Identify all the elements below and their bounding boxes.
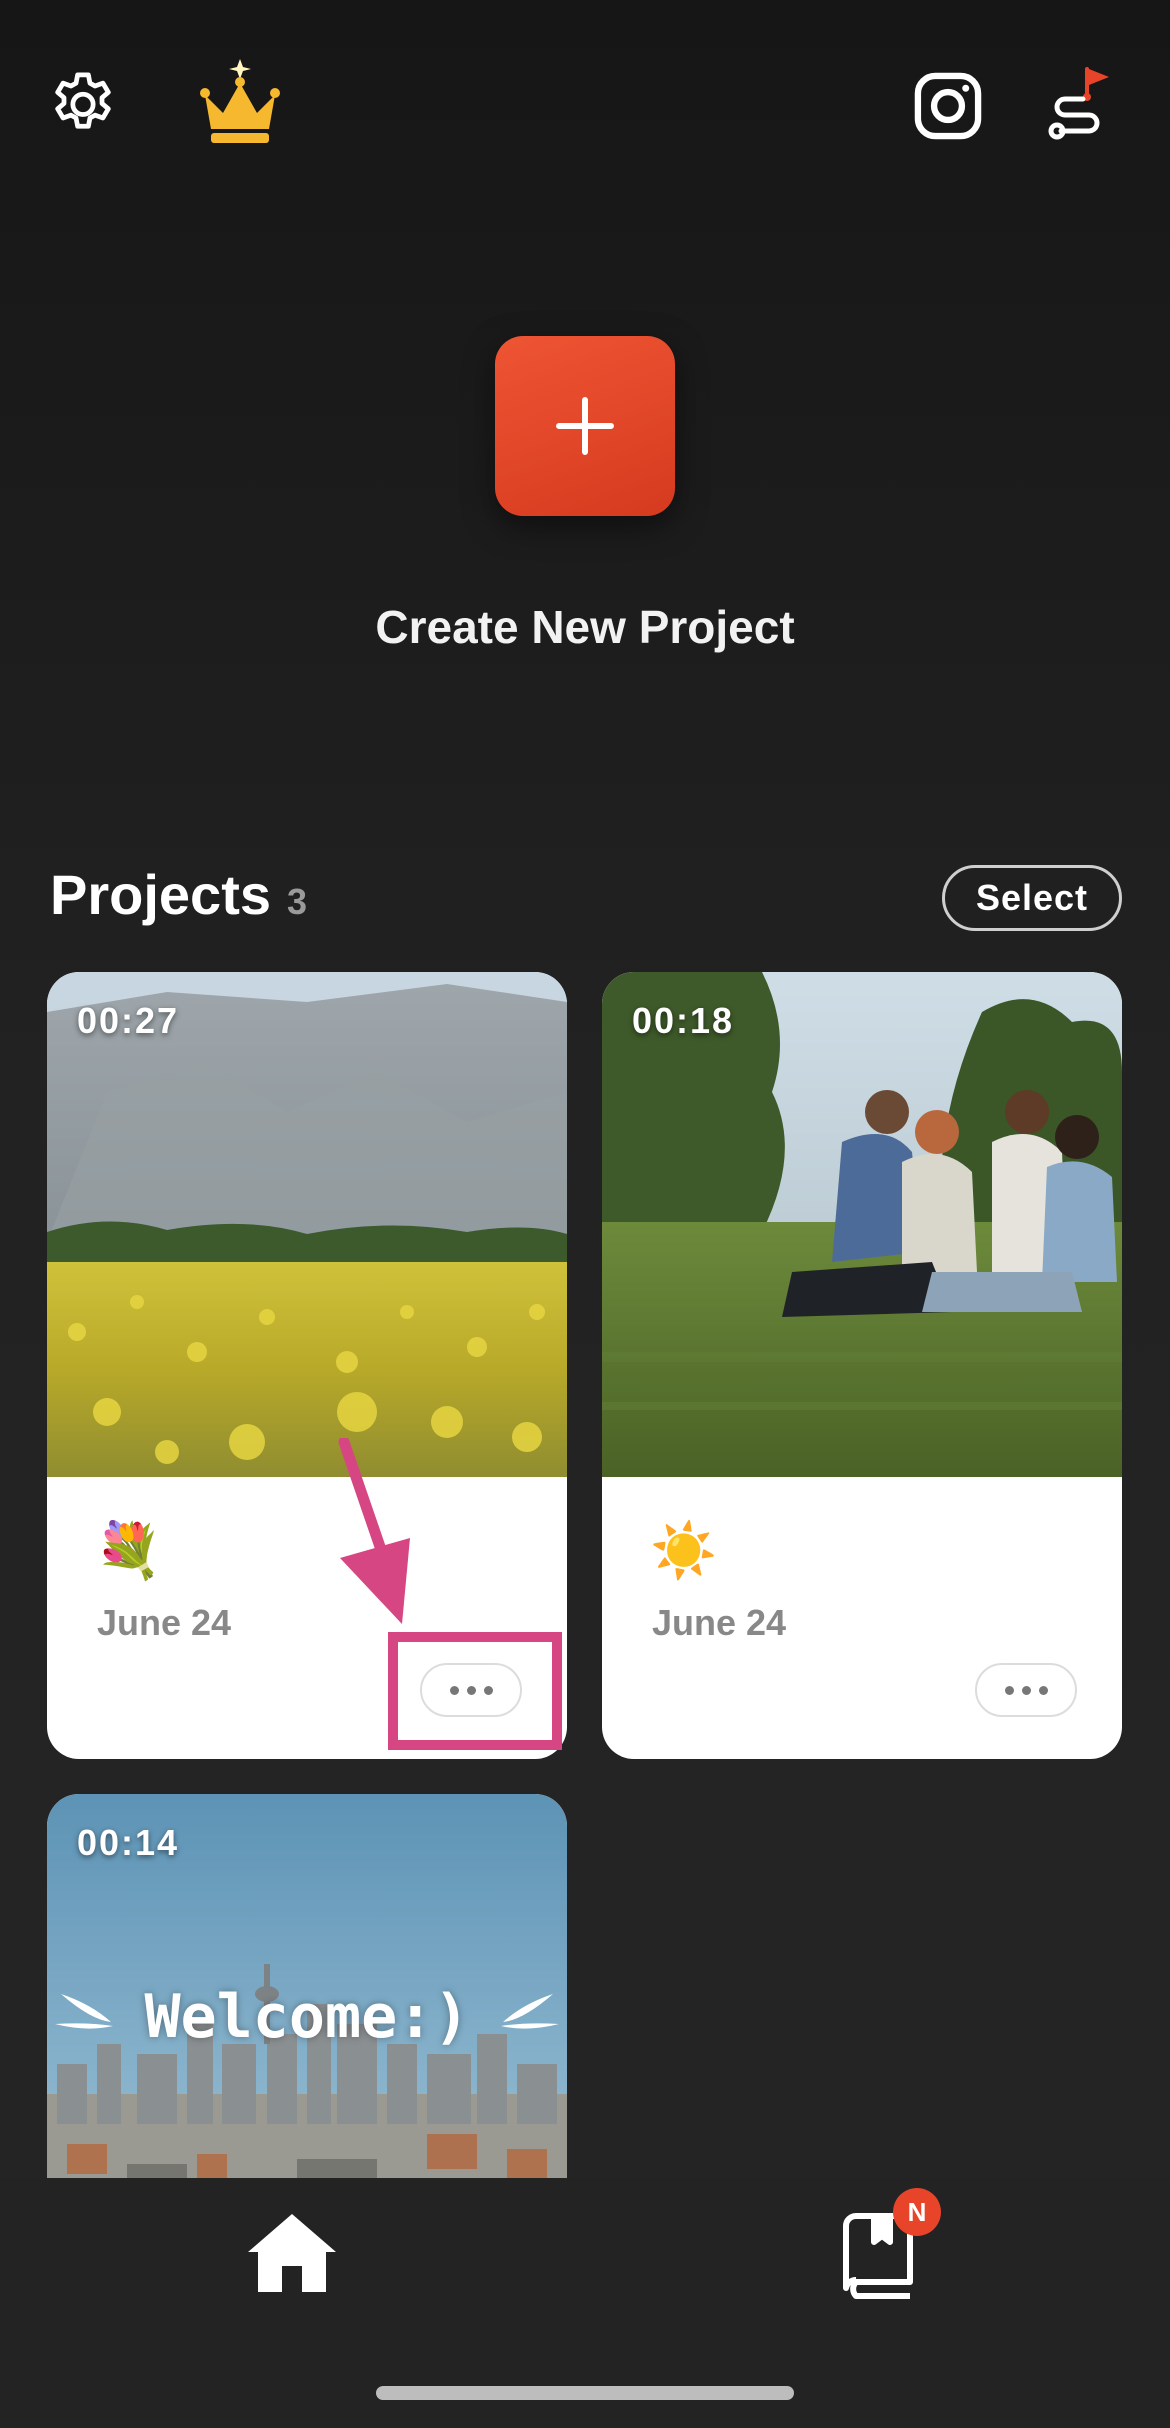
dot-icon [1038,1685,1048,1695]
create-project-button[interactable] [495,336,675,516]
project-card[interactable]: 00:14 Welcome:) [47,1794,567,2214]
annotation-arrow-icon [338,1438,410,1624]
settings-button[interactable] [40,62,126,148]
instagram-icon [914,72,982,140]
route-flag-icon [1048,67,1109,140]
home-indicator [376,2386,794,2400]
project-thumbnail: 00:27 [47,972,567,1477]
crown-icon [200,59,280,143]
projects-heading: Projects 3 [50,862,307,927]
premium-button[interactable] [190,56,290,146]
project-duration: 00:27 [77,1000,180,1041]
plus-icon [556,397,614,455]
project-emoji: ☀️ [650,1521,718,1581]
home-icon [248,2214,336,2292]
project-thumbnail: 00:14 Welcome:) [47,1794,567,2214]
welcome-overlay-text: Welcome:) [144,1982,470,2052]
projects-title: Projects [50,863,271,926]
project-card[interactable]: 00:18 ☀️ June 24 [602,972,1122,1759]
route-button[interactable] [1040,60,1130,150]
dot-icon [1004,1685,1014,1695]
instagram-button[interactable] [906,64,990,148]
gear-icon [55,72,111,129]
dot-icon [1021,1685,1031,1695]
project-thumbnail: 00:18 [602,972,1122,1477]
project-date: June 24 [652,1602,787,1643]
sparkle-right-icon [501,1994,559,2056]
projects-count: 3 [287,881,308,922]
project-emoji: 💐 [95,1521,163,1581]
sparkle-left-icon [55,1994,113,2056]
notification-badge: N [893,2188,941,2236]
project-duration: 00:18 [632,1000,735,1041]
tab-home[interactable] [244,2208,340,2298]
home-screen: Create New Project Projects 3 Select 00:… [0,0,1170,2428]
create-project-label: Create New Project [375,601,795,653]
annotation-highlight-box [388,1632,562,1750]
project-date: June 24 [97,1602,232,1643]
select-button[interactable]: Select [942,865,1122,931]
project-duration: 00:14 [77,1822,180,1863]
more-options-button[interactable] [975,1663,1077,1717]
